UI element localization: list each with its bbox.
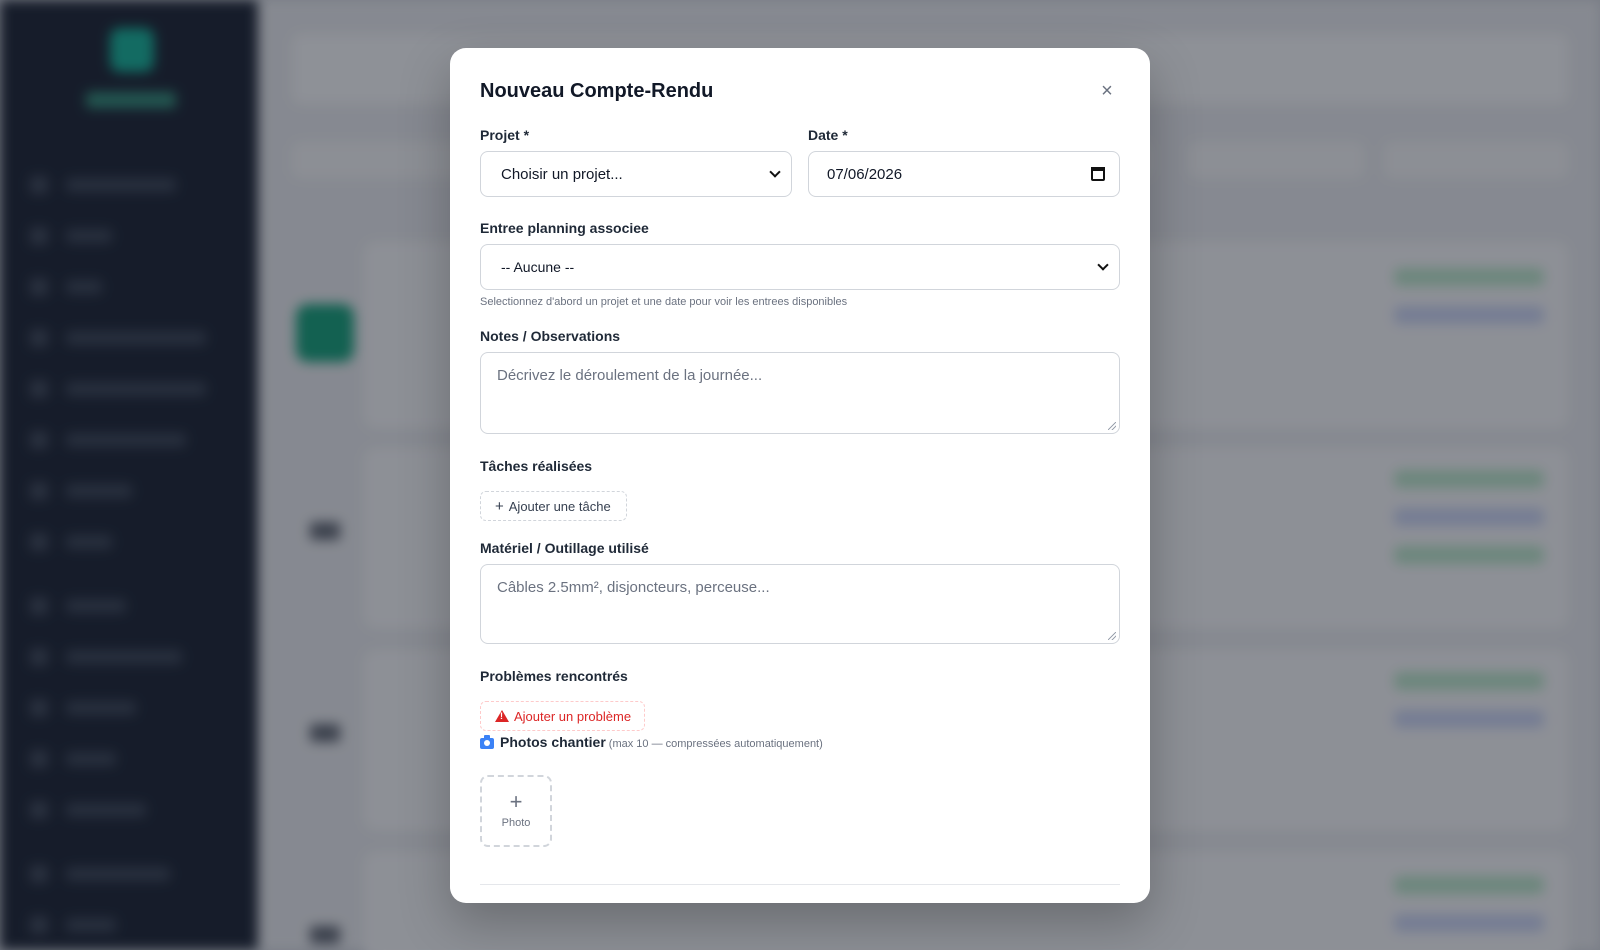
projet-select[interactable]: Choisir un projet... bbox=[480, 151, 792, 197]
calendar-icon[interactable] bbox=[1091, 167, 1105, 181]
materiel-placeholder: Câbles 2.5mm², disjoncteurs, perceuse... bbox=[497, 579, 770, 596]
materiel-textarea[interactable]: Câbles 2.5mm², disjoncteurs, perceuse... bbox=[480, 564, 1120, 644]
photos-label: Photos chantier bbox=[500, 734, 606, 750]
planning-label: Entree planning associee bbox=[480, 220, 649, 236]
projet-label: Projet * bbox=[480, 127, 530, 143]
camera-icon bbox=[480, 735, 494, 749]
plus-icon: + bbox=[495, 497, 504, 515]
plus-icon: + bbox=[509, 789, 523, 814]
chevron-down-icon bbox=[1097, 259, 1109, 271]
date-input[interactable]: 07/06/2026 bbox=[808, 151, 1120, 197]
notes-textarea[interactable]: Décrivez le déroulement de la journée... bbox=[480, 352, 1120, 434]
problemes-label: Problèmes rencontrés bbox=[480, 668, 628, 684]
projet-select-value: Choisir un projet... bbox=[501, 165, 623, 183]
notes-label: Notes / Observations bbox=[480, 328, 621, 344]
resize-handle-icon[interactable] bbox=[1108, 422, 1116, 430]
taches-label: Tâches réalisées bbox=[480, 458, 593, 474]
add-task-label: Ajouter une tâche bbox=[508, 498, 611, 514]
planning-helper-text: Selectionnez d'abord un projet et une da… bbox=[480, 296, 848, 308]
resize-handle-icon[interactable] bbox=[1108, 632, 1116, 640]
materiel-label: Matériel / Outillage utilisé bbox=[480, 540, 649, 556]
planning-select[interactable]: -- Aucune -- bbox=[480, 244, 1120, 290]
add-photo-label: Photo bbox=[501, 817, 531, 829]
new-report-modal: Nouveau Compte-Rendu × Projet * Choisir … bbox=[450, 48, 1150, 903]
divider bbox=[480, 884, 1120, 885]
add-problem-label: Ajouter un problème bbox=[514, 708, 632, 724]
chevron-down-icon bbox=[769, 166, 781, 178]
date-label: Date * bbox=[808, 127, 848, 143]
planning-select-value: -- Aucune -- bbox=[501, 259, 575, 275]
warning-icon bbox=[495, 710, 509, 722]
add-photo-button[interactable]: + Photo bbox=[480, 775, 552, 847]
add-problem-button[interactable]: Ajouter un problème bbox=[480, 701, 645, 731]
photos-note: (max 10 — compressées automatiquement) bbox=[608, 738, 823, 750]
close-icon[interactable]: × bbox=[1098, 81, 1116, 101]
modal-title: Nouveau Compte-Rendu bbox=[480, 80, 714, 102]
notes-placeholder: Décrivez le déroulement de la journée... bbox=[497, 367, 763, 384]
photos-title: Photos chantier (max 10 — compressées aut… bbox=[500, 734, 823, 750]
date-input-value: 07/06/2026 bbox=[827, 165, 903, 183]
add-task-button[interactable]: + Ajouter une tâche bbox=[480, 491, 627, 521]
